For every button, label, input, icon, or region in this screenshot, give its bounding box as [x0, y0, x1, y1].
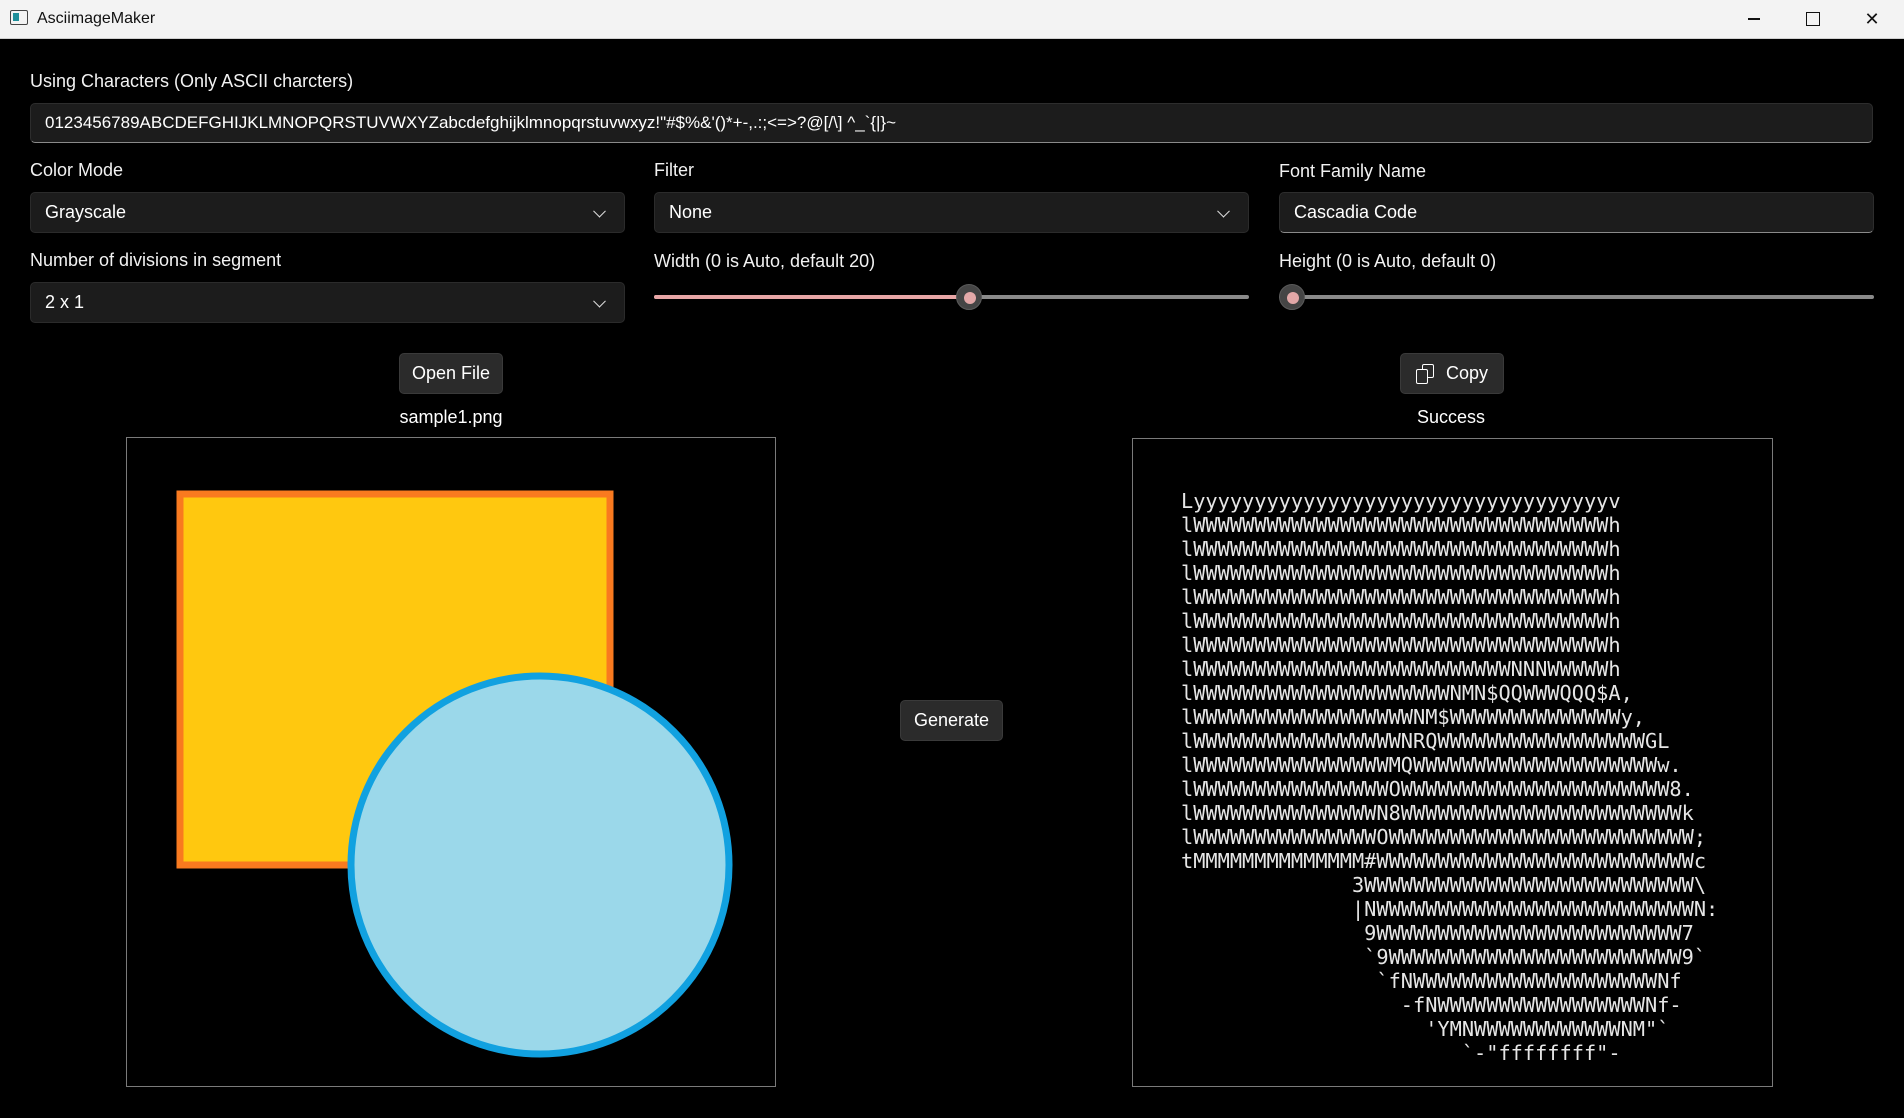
- height-label: Height (0 is Auto, default 0): [1279, 251, 1497, 271]
- filter-value: None: [669, 202, 713, 222]
- filter-select[interactable]: None: [654, 192, 1249, 233]
- color-mode-value: Grayscale: [45, 202, 127, 222]
- close-button[interactable]: ✕: [1843, 0, 1901, 38]
- font-family-input[interactable]: Cascadia Code: [1279, 192, 1874, 233]
- source-image-panel: [126, 437, 776, 1087]
- chevron-down-icon: [593, 204, 606, 218]
- characters-input[interactable]: 0123456789ABCDEFGHIJKLMNOPQRSTUVWXYZabcd…: [30, 103, 1873, 143]
- file-name-label: sample1.png: [399, 407, 503, 427]
- generate-button[interactable]: Generate: [900, 700, 1003, 741]
- ascii-output-text: Lyyyyyyyyyyyyyyyyyyyyyyyyyyyyyyyyyyv lWW…: [1181, 489, 1719, 1065]
- window-title: AsciimageMaker: [37, 10, 156, 27]
- font-family-value: Cascadia Code: [1294, 202, 1418, 222]
- divisions-label: Number of divisions in segment: [30, 250, 282, 270]
- filter-label: Filter: [654, 160, 694, 180]
- divisions-value: 2 x 1: [45, 292, 85, 312]
- divisions-select[interactable]: 2 x 1: [30, 282, 625, 323]
- minimize-button[interactable]: [1725, 0, 1783, 38]
- maximize-button[interactable]: [1784, 0, 1842, 38]
- source-image: [176, 490, 733, 1058]
- copy-button[interactable]: Copy: [1400, 353, 1504, 394]
- minimize-icon: [1748, 18, 1760, 20]
- characters-value: 0123456789ABCDEFGHIJKLMNOPQRSTUVWXYZabcd…: [45, 113, 897, 132]
- width-slider[interactable]: [654, 284, 1249, 310]
- characters-label: Using Characters (Only ASCII charcters): [30, 71, 354, 91]
- maximize-icon: [1806, 12, 1820, 26]
- open-file-button[interactable]: Open File: [399, 353, 503, 394]
- chevron-down-icon: [1217, 204, 1230, 218]
- circle-shape: [347, 672, 733, 1058]
- generate-label: Generate: [913, 710, 990, 730]
- close-icon: ✕: [1864, 8, 1880, 29]
- copy-label: Copy: [1445, 363, 1489, 383]
- status-label: Success: [1416, 407, 1486, 427]
- copy-icon: [1415, 363, 1434, 384]
- color-mode-label: Color Mode: [30, 160, 124, 180]
- width-label: Width (0 is Auto, default 20): [654, 251, 876, 271]
- chevron-down-icon: [593, 294, 606, 308]
- font-family-label: Font Family Name: [1279, 161, 1427, 181]
- width-slider-fill: [654, 295, 969, 299]
- open-file-label: Open File: [411, 363, 491, 383]
- app-window: AsciimageMaker ✕ Using Characters (Only …: [0, 0, 1904, 1118]
- height-slider-thumb[interactable]: [1279, 284, 1305, 310]
- height-slider[interactable]: [1279, 284, 1874, 310]
- color-mode-select[interactable]: Grayscale: [30, 192, 625, 233]
- app-icon: [10, 10, 28, 25]
- ascii-output-panel[interactable]: Lyyyyyyyyyyyyyyyyyyyyyyyyyyyyyyyyyyv lWW…: [1132, 438, 1773, 1087]
- title-bar[interactable]: AsciimageMaker ✕: [0, 0, 1904, 39]
- width-slider-thumb[interactable]: [956, 284, 982, 310]
